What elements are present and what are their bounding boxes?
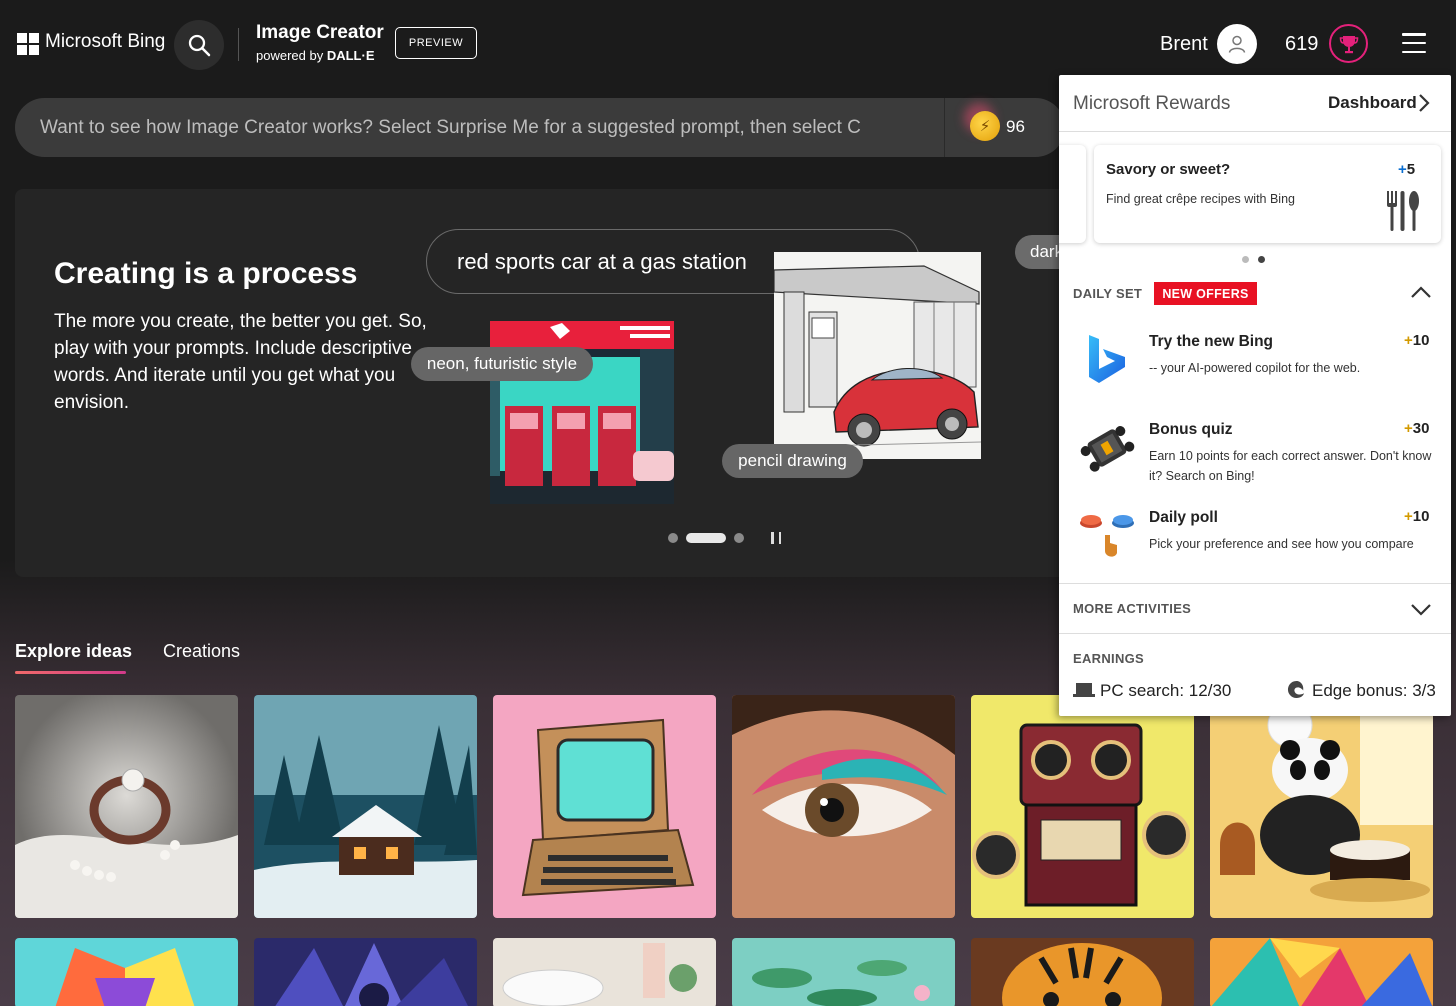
prompt-divider: [944, 98, 945, 157]
product-subtitle: powered by DALL·E: [256, 48, 375, 63]
earnings-label: EARNINGS: [1073, 651, 1145, 666]
bing-logo-icon: [1089, 335, 1125, 383]
hero-text: The more you create, the better you get.…: [54, 311, 427, 413]
idea-tile-winter-cabin[interactable]: [254, 695, 477, 918]
user-name[interactable]: Brent: [1160, 33, 1208, 56]
offer-description: Find great crêpe recipes with Bing: [1106, 192, 1295, 206]
flyout-divider: [1059, 131, 1451, 132]
offer-card[interactable]: Savory or sweet? Find great crêpe recipe…: [1094, 145, 1441, 243]
edge-bonus-progress: Edge bonus: 3/3: [1312, 681, 1436, 700]
hero-carousel: Creating is a process The more you creat…: [15, 189, 1075, 577]
offer-points-value: 5: [1406, 161, 1416, 178]
idea-tile-pearl-ring[interactable]: [15, 695, 238, 918]
pc-search-progress: PC search: 12/30: [1100, 681, 1232, 700]
product-title[interactable]: Image Creator: [256, 22, 384, 44]
search-icon: [188, 34, 211, 57]
offer-dot[interactable]: [1242, 256, 1249, 263]
trophy-icon: [1339, 35, 1358, 53]
pencil-car-image: [774, 252, 981, 459]
offer-dot-active[interactable]: [1258, 256, 1265, 263]
laptop-icon: [1073, 683, 1095, 697]
flyout-divider: [1059, 583, 1451, 584]
activity-description: Earn 10 points for each correct answer. …: [1149, 449, 1432, 483]
chevron-right-icon[interactable]: [1417, 93, 1431, 113]
hero-title: Creating is a process: [54, 257, 358, 290]
rewards-points[interactable]: 619: [1285, 33, 1318, 56]
new-offers-badge: NEW OFFERS: [1154, 282, 1257, 305]
activity-title[interactable]: Daily poll: [1149, 509, 1218, 527]
offer-card-previous[interactable]: [1059, 145, 1086, 243]
carousel-dot[interactable]: [668, 533, 678, 543]
offer-carousel-dots: [1242, 256, 1265, 263]
prompt-bar: ⚡ 96: [15, 98, 1065, 157]
tab-active-underline: [15, 671, 126, 674]
rewards-title: Microsoft Rewards: [1073, 93, 1231, 114]
activity-plus: +: [1404, 420, 1413, 437]
activity-plus: +: [1404, 508, 1413, 525]
daily-set-label: DAILY SET: [1073, 286, 1143, 301]
idea-tile-panda-chef[interactable]: [1210, 695, 1433, 918]
cutlery-icon: [1387, 191, 1419, 231]
rewards-button[interactable]: [1329, 24, 1368, 63]
carousel-dots: [668, 533, 744, 543]
hero-neon-chip: neon, futuristic style: [411, 347, 593, 381]
idea-tile-lily-pond[interactable]: [732, 938, 955, 1006]
activity-points-value: 30: [1412, 420, 1430, 437]
activity-points: +10: [1404, 332, 1429, 349]
activity-points-value: 10: [1412, 332, 1430, 349]
chevron-down-icon[interactable]: [1410, 602, 1432, 616]
activity-description: -- your AI-powered copilot for the web.: [1149, 361, 1361, 375]
idea-tile-robot[interactable]: [971, 695, 1194, 918]
idea-tile-colorful-owl[interactable]: [15, 938, 238, 1006]
idea-tile-dinner-table[interactable]: [493, 938, 716, 1006]
idea-tile-geometric[interactable]: [1210, 938, 1433, 1006]
pause-icon[interactable]: [771, 532, 781, 544]
activity-plus: +: [1404, 332, 1413, 349]
boost-icon[interactable]: ⚡: [970, 111, 1000, 141]
idea-tile-eye-makeup[interactable]: [732, 695, 955, 918]
prompt-input[interactable]: [40, 98, 940, 157]
product-sub-prefix: powered by: [256, 48, 327, 63]
activity-points: +30: [1404, 420, 1429, 437]
hamburger-menu-icon[interactable]: [1402, 33, 1426, 53]
user-icon: [1228, 35, 1246, 53]
flyout-divider: [1059, 633, 1451, 634]
avatar[interactable]: [1217, 24, 1257, 64]
offer-points: +5: [1398, 161, 1415, 178]
activity-title[interactable]: Bonus quiz: [1149, 421, 1233, 439]
poll-icon: [1080, 515, 1134, 557]
hero-pencil-chip: pencil drawing: [722, 444, 863, 478]
activity-points: +10: [1404, 508, 1429, 525]
quiz-icon: [1080, 426, 1135, 472]
product-sub-brand: DALL·E: [326, 48, 375, 63]
carousel-dot-active[interactable]: [686, 533, 726, 543]
idea-tile-blue-flower[interactable]: [254, 938, 477, 1006]
boost-count: 96: [1006, 117, 1025, 136]
dashboard-link[interactable]: Dashboard: [1328, 93, 1417, 113]
tab-explore-ideas[interactable]: Explore ideas: [15, 641, 132, 662]
offer-plus: +: [1398, 161, 1407, 178]
tab-creations[interactable]: Creations: [163, 641, 240, 662]
chevron-up-icon[interactable]: [1410, 285, 1432, 299]
idea-tile-retro-computer[interactable]: [493, 695, 716, 918]
header-divider: [238, 28, 239, 61]
activity-points-value: 10: [1412, 508, 1430, 525]
rewards-flyout: Microsoft Rewards Dashboard Savory or sw…: [1059, 75, 1451, 716]
idea-tile-tiger[interactable]: [971, 938, 1194, 1006]
activity-title[interactable]: Try the new Bing: [1149, 333, 1273, 351]
search-button[interactable]: [174, 20, 224, 70]
more-activities-toggle[interactable]: MORE ACTIVITIES: [1073, 601, 1191, 616]
microsoft-logo-icon[interactable]: [17, 33, 39, 55]
offer-title: Savory or sweet?: [1106, 161, 1231, 178]
carousel-dot[interactable]: [734, 533, 744, 543]
bing-brand-link[interactable]: Microsoft Bing: [45, 31, 165, 53]
activity-description: Pick your preference and see how you com…: [1149, 537, 1414, 551]
preview-button[interactable]: PREVIEW: [395, 27, 477, 59]
edge-icon: [1287, 680, 1305, 699]
